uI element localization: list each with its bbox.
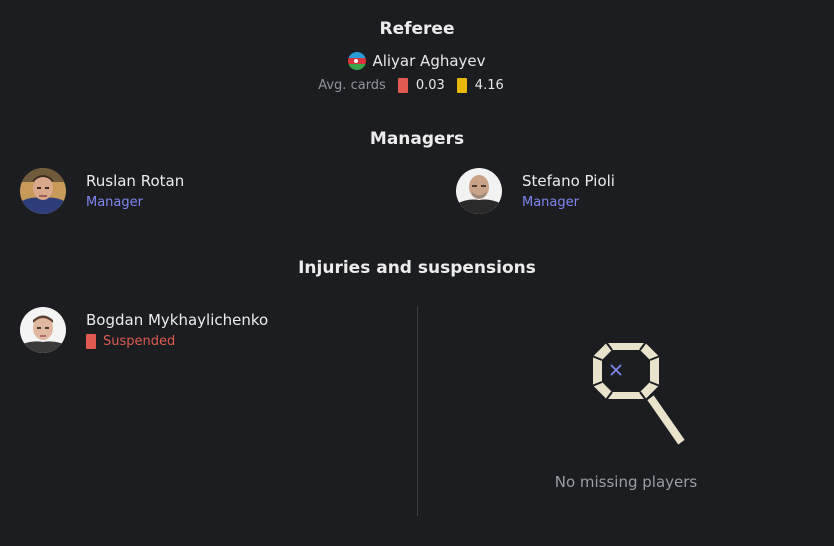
home-manager[interactable]: Ruslan Rotan Manager [20,168,184,214]
yellow-card-avg: 4.16 [474,78,504,93]
azerbaijan-flag-icon [348,52,367,70]
player-info: Bogdan Mykhaylichenko Suspended [86,311,268,349]
magnifying-glass-icon [572,338,690,450]
referee-row[interactable]: Aliyar Aghayev [0,52,834,70]
red-card-icon [397,78,408,93]
player-avatar [20,307,66,353]
red-card-avg: 0.03 [415,78,445,93]
managers-heading: Managers [369,129,465,149]
avg-cards-label: Avg. cards [318,78,386,93]
red-card-icon [86,334,96,349]
no-missing-players-text: No missing players [554,473,698,491]
manager-name[interactable]: Ruslan Rotan [86,172,184,190]
referee-heading: Referee [379,19,455,39]
player-name[interactable]: Bogdan Mykhaylichenko [86,311,268,329]
suspension-label: Suspended [103,334,176,349]
injuries-heading: Injuries and suspensions [298,258,536,278]
manager-info: Ruslan Rotan Manager [86,172,184,210]
manager-info: Stefano Pioli Manager [522,172,615,210]
manager-avatar [456,168,502,214]
referee-avg-cards: Avg. cards 0.03 4.16 [0,78,834,93]
manager-role: Manager [86,195,143,210]
manager-avatar [20,168,66,214]
manager-name[interactable]: Stefano Pioli [522,172,615,190]
referee-name[interactable]: Aliyar Aghayev [372,52,485,70]
match-info-panel: Referee Aliyar Aghayev Avg. cards 0.03 4… [0,0,834,546]
yellow-card-icon [456,78,467,93]
away-manager[interactable]: Stefano Pioli Manager [456,168,615,214]
manager-role: Manager [522,195,579,210]
missing-player[interactable]: Bogdan Mykhaylichenko Suspended [20,307,268,353]
suspension-status: Suspended [86,334,268,349]
